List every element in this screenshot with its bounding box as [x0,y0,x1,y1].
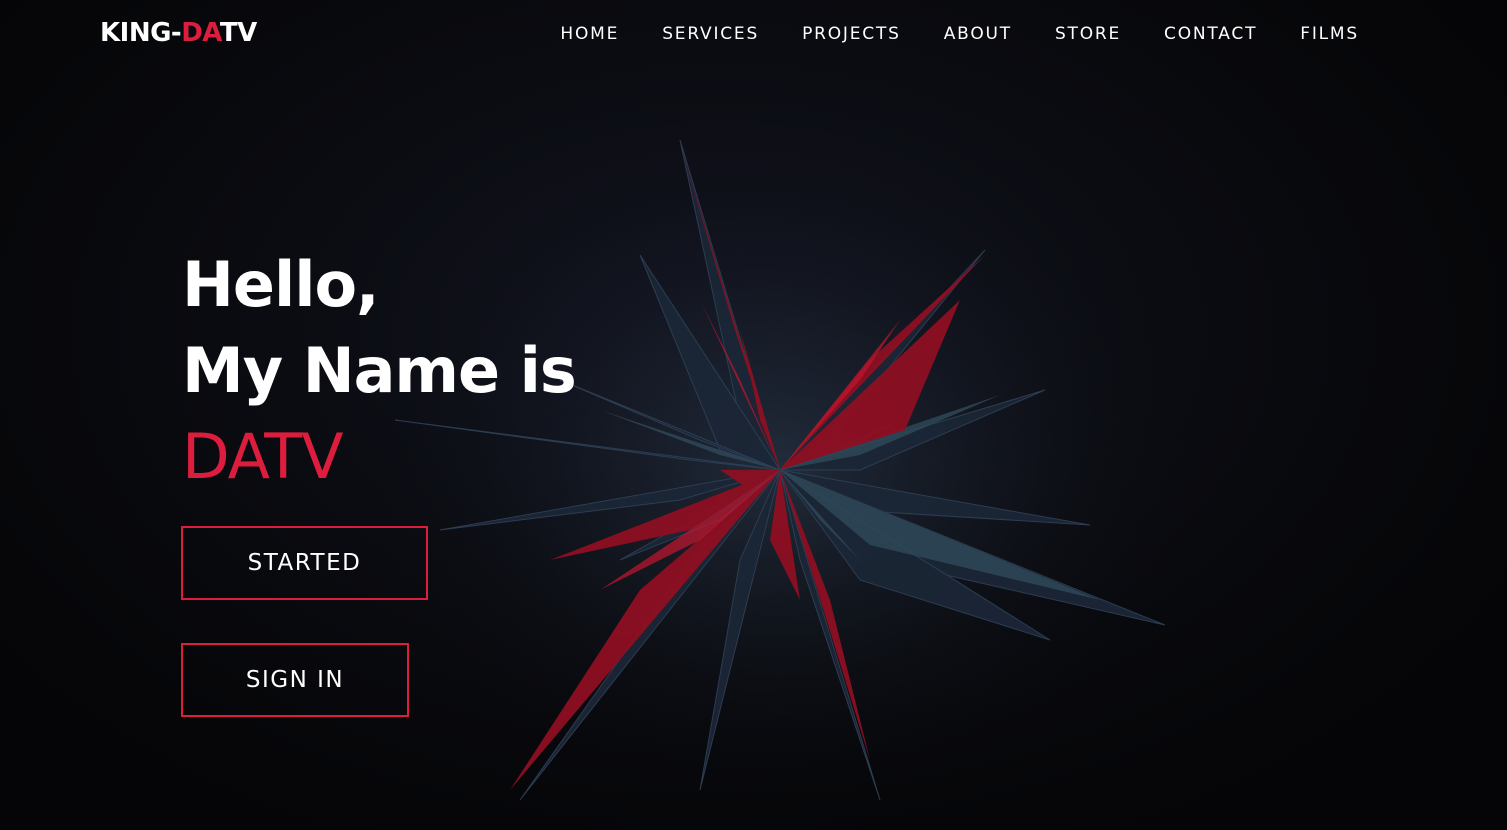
nav-projects[interactable]: PROJECTS [802,24,901,44]
logo-suffix: V [237,18,257,48]
site-logo[interactable]: KING-DATV [100,18,257,48]
top-navbar: KING-DATV HOME SERVICES PROJECTS ABOUT S… [0,0,1507,70]
started-button[interactable]: STARTED [181,526,428,600]
landing-page: KING-DATV HOME SERVICES PROJECTS ABOUT S… [0,0,1507,830]
nav-films[interactable]: FILMS [1300,24,1359,44]
sign-in-button-label: SIGN IN [245,667,345,693]
nav-store[interactable]: STORE [1055,24,1121,44]
sign-in-button[interactable]: SIGN IN [181,643,409,717]
logo-accent: DA [181,18,220,48]
hero-name: DATV [182,420,344,493]
nav-services[interactable]: SERVICES [662,24,759,44]
nav-about[interactable]: ABOUT [944,24,1012,44]
hero-headline: Hello, My Name is DATV [182,242,577,500]
logo-prefix: KING- [100,18,182,48]
hero-greeting: Hello, [182,248,380,321]
nav-home[interactable]: HOME [560,24,619,44]
logo-mid: T [219,18,238,48]
hero-intro: My Name is [182,334,577,407]
main-nav: HOME SERVICES PROJECTS ABOUT STORE CONTA… [560,24,1359,44]
nav-contact[interactable]: CONTACT [1164,24,1257,44]
started-button-label: STARTED [247,550,362,576]
